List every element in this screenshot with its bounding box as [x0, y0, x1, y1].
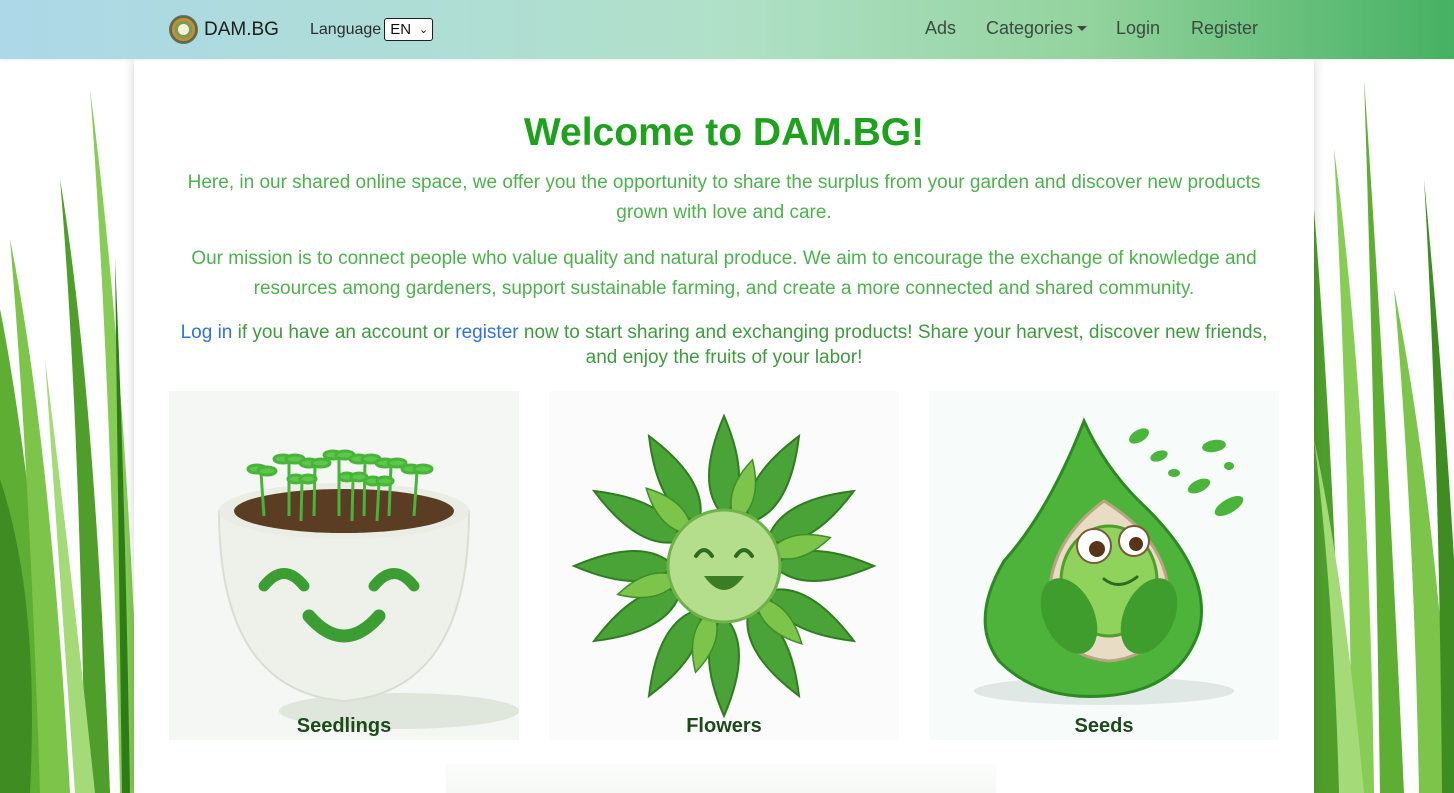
seedlings-image — [217, 449, 519, 729]
caret-down-icon — [1077, 26, 1088, 31]
top-navbar: DAM.BG Language EN ⌄ Ads Categories Logi… — [0, 0, 1454, 59]
category-label: Seeds — [1074, 715, 1134, 737]
category-card-flowers[interactable]: Flowers — [549, 391, 899, 740]
intro-paragraph: Here, in our shared online space, we off… — [187, 172, 1261, 223]
register-link[interactable]: register — [455, 322, 518, 343]
grass-background-right — [1314, 59, 1454, 793]
content-divider — [446, 764, 996, 793]
call-to-action-paragraph: Log in if you have an account or registe… — [174, 320, 1274, 370]
login-link[interactable]: Log in — [181, 322, 233, 343]
nav-categories-label: Categories — [986, 18, 1074, 38]
page-title: Welcome to DAM.BG! — [523, 111, 925, 154]
category-label: Seedlings — [296, 715, 392, 737]
main-content: Welcome to DAM.BG! Here, in our shared o… — [134, 59, 1314, 793]
nav-ads-link[interactable]: Ads — [925, 18, 956, 39]
mission-paragraph: Our mission is to connect people who val… — [191, 248, 1257, 299]
category-card-seedlings[interactable]: Seedlings — [169, 391, 519, 740]
cta-text-end: now to start sharing and exchanging prod… — [518, 322, 1268, 368]
grass-background-left — [0, 59, 134, 793]
seeds-image — [974, 417, 1244, 705]
category-label: Flowers — [686, 715, 762, 737]
flowers-image — [571, 413, 877, 719]
cta-text-middle: if you have an account or — [232, 322, 456, 343]
nav-register-link[interactable]: Register — [1191, 18, 1258, 39]
nav-categories-dropdown[interactable]: Categories — [986, 18, 1088, 39]
nav-links: Ads Categories Login Register — [0, 18, 1454, 42]
category-card-seeds[interactable]: Seeds — [929, 391, 1279, 740]
nav-login-link[interactable]: Login — [1116, 18, 1160, 39]
